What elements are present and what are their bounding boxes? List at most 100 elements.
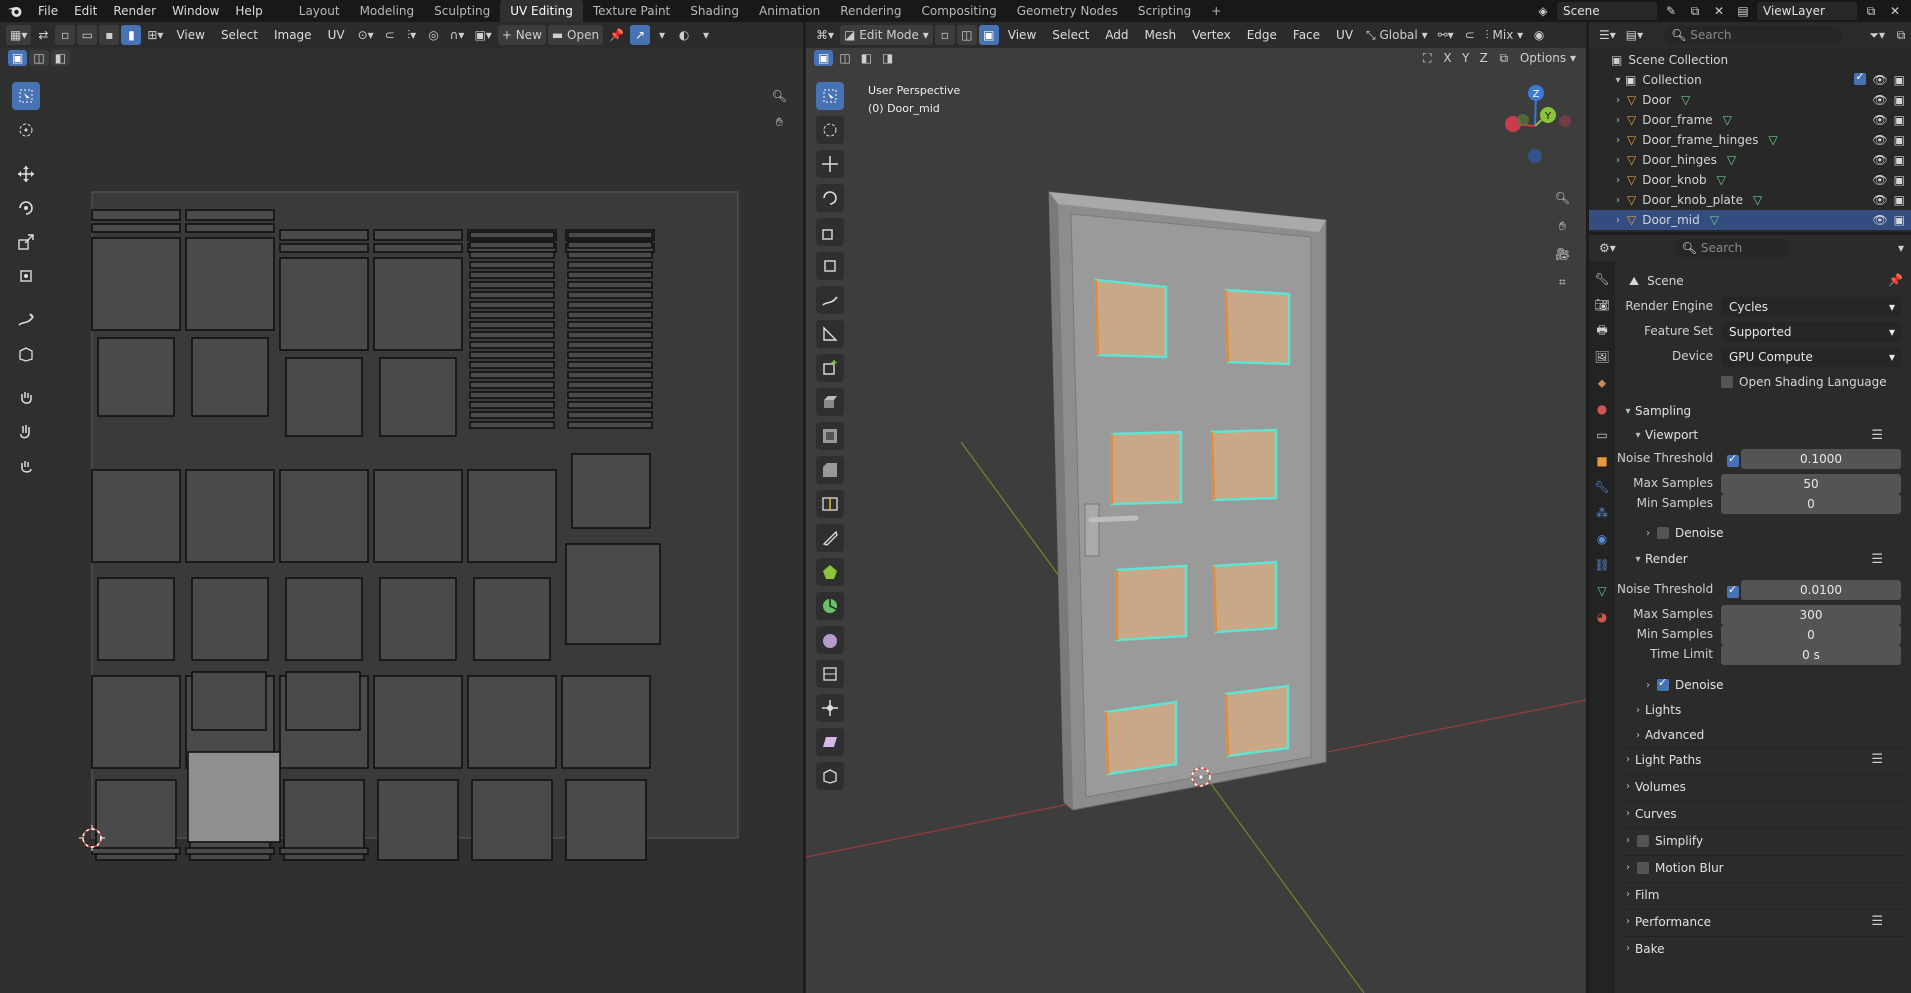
uv-island[interactable]	[279, 243, 369, 253]
world-tab-icon[interactable]: ●	[1592, 399, 1612, 419]
material-tab-icon[interactable]: ◕	[1592, 607, 1612, 627]
menu-window[interactable]: Window	[164, 0, 227, 22]
menu-file[interactable]: File	[30, 0, 66, 22]
uv-island[interactable]	[191, 337, 269, 417]
uv-island[interactable]	[567, 261, 653, 269]
uv-island[interactable]	[373, 243, 463, 253]
object-tab-icon[interactable]: ■	[1592, 451, 1612, 471]
camera-icon[interactable]: ▣	[1894, 173, 1905, 187]
feature-set-dropdown[interactable]: Supported ▾	[1721, 322, 1901, 342]
chevron-down-icon[interactable]: ▾	[1611, 75, 1625, 86]
properties-panel-header[interactable]: › Simplify	[1621, 828, 1905, 852]
uv-island[interactable]	[91, 469, 181, 563]
constraints-tab-icon[interactable]: ⛓	[1590, 555, 1613, 575]
camera-view-icon[interactable]: 🎥︎	[1551, 244, 1574, 264]
vp-min-samples-field[interactable]: 0	[1721, 494, 1901, 514]
door-panel-face[interactable]	[1115, 564, 1188, 642]
delete-view-layer-icon[interactable]: ✕	[1885, 1, 1905, 21]
vp-max-samples-field[interactable]: 50	[1721, 474, 1901, 494]
measure-tool-icon[interactable]	[816, 320, 844, 348]
uv-island[interactable]	[279, 847, 369, 855]
shrink-fatten-tool-icon[interactable]	[816, 694, 844, 722]
list-icon[interactable]: ☰	[1871, 428, 1883, 443]
uv-island[interactable]	[567, 331, 653, 339]
tab-rendering[interactable]: Rendering	[830, 0, 911, 22]
uv-island[interactable]	[185, 223, 275, 233]
properties-panel-header[interactable]: › Motion Blur	[1621, 855, 1905, 879]
viewport-subpanel-header[interactable]: ▾ Viewport ☰	[1631, 423, 1905, 447]
osl-checkbox[interactable]	[1721, 376, 1733, 388]
uv-island[interactable]	[567, 241, 653, 249]
particles-tab-icon[interactable]: ⁂	[1592, 503, 1612, 523]
view-layer-tab-icon[interactable]: 🖼︎	[1590, 347, 1613, 367]
tab-layout[interactable]: Layout	[289, 0, 350, 22]
uv-island[interactable]	[567, 291, 653, 299]
camera-icon[interactable]: ▣	[1894, 213, 1905, 227]
mesh-data-icon[interactable]: ▽	[1727, 153, 1736, 167]
uv-island[interactable]	[91, 209, 181, 221]
viewport-canvas[interactable]: Z Y	[806, 22, 1586, 993]
r-denoise-checkbox[interactable]	[1657, 676, 1669, 691]
door-panel-face[interactable]	[1224, 684, 1290, 758]
chevron-right-icon[interactable]: ›	[1611, 175, 1625, 186]
tab-uv-editing[interactable]: UV Editing	[500, 0, 583, 22]
inset-faces-tool-icon[interactable]	[816, 422, 844, 450]
mesh-data-icon[interactable]: ▽	[1681, 93, 1690, 107]
chevron-right-icon[interactable]: ›	[1611, 215, 1625, 226]
uv-island[interactable]	[91, 237, 181, 331]
menu-help[interactable]: Help	[227, 0, 270, 22]
uv-island[interactable]	[561, 675, 651, 769]
new-view-layer-icon[interactable]: ⧉	[1861, 1, 1881, 21]
list-icon[interactable]: ☰	[1871, 752, 1883, 767]
uv-island[interactable]	[567, 381, 653, 389]
rotate-tool-icon[interactable]	[816, 184, 844, 212]
extrude-region-tool-icon[interactable]	[816, 388, 844, 416]
uv-island[interactable]	[567, 401, 653, 409]
filter-icon[interactable]: ⏷▾	[1865, 25, 1889, 45]
uv-island[interactable]	[279, 257, 369, 351]
mesh-data-icon[interactable]: ▽	[1768, 133, 1777, 147]
tool-tab-icon[interactable]: 🔧︎	[1590, 269, 1613, 289]
mesh-data-icon[interactable]: ▽	[1753, 193, 1762, 207]
eye-icon[interactable]: 👁︎	[1872, 73, 1887, 87]
chevron-right-icon[interactable]: ›	[1611, 135, 1625, 146]
chevron-right-icon[interactable]: ›	[1611, 155, 1625, 166]
tab-animation[interactable]: Animation	[749, 0, 830, 22]
uv-island[interactable]	[91, 223, 181, 233]
uv-island[interactable]	[379, 577, 457, 661]
modifier-tab-icon[interactable]: 🔧︎	[1590, 477, 1613, 497]
smooth-tool-icon[interactable]	[816, 626, 844, 654]
tab-geometry-nodes[interactable]: Geometry Nodes	[1007, 0, 1128, 22]
uv-island[interactable]	[469, 251, 555, 259]
uv-island[interactable]	[567, 311, 653, 319]
eye-icon[interactable]: 👁︎	[1872, 133, 1887, 147]
vp-denoise-subpanel[interactable]: › Denoise	[1641, 521, 1905, 545]
uv-island[interactable]	[469, 281, 555, 289]
uv-island[interactable]	[469, 331, 555, 339]
pin-icon[interactable]: 📌	[1888, 273, 1903, 287]
uv-island[interactable]	[285, 671, 361, 731]
uv-island[interactable]	[185, 847, 275, 855]
uv-island[interactable]	[469, 321, 555, 329]
scene-icon[interactable]: ◈	[1533, 1, 1553, 21]
properties-panel-header[interactable]: › Performance ☰	[1621, 909, 1905, 933]
uv-island[interactable]	[565, 543, 661, 645]
uv-island[interactable]	[469, 241, 555, 249]
uv-island[interactable]	[469, 291, 555, 299]
uv-island[interactable]	[373, 675, 463, 769]
uv-island[interactable]	[469, 351, 555, 359]
eye-icon[interactable]: 👁︎	[1872, 193, 1887, 207]
uv-island[interactable]	[467, 469, 557, 563]
tab-sculpting[interactable]: Sculpting	[424, 0, 500, 22]
outliner-object-row[interactable]: › ▽ Door_frame_hinges ▽ 👁︎ ▣	[1589, 130, 1911, 150]
camera-icon[interactable]: ▣	[1894, 73, 1905, 87]
scale-tool-icon[interactable]	[816, 218, 844, 246]
uv-island[interactable]	[191, 671, 267, 731]
uv-island[interactable]	[469, 271, 555, 279]
uv-island[interactable]	[91, 675, 181, 769]
uv-island[interactable]	[567, 351, 653, 359]
editor-type-icon[interactable]: ⚙▾	[1595, 238, 1620, 258]
display-mode-icon[interactable]: ▤▾	[1622, 25, 1647, 45]
uv-island[interactable]	[469, 381, 555, 389]
options-chevron-icon[interactable]: ▾	[1891, 238, 1911, 258]
